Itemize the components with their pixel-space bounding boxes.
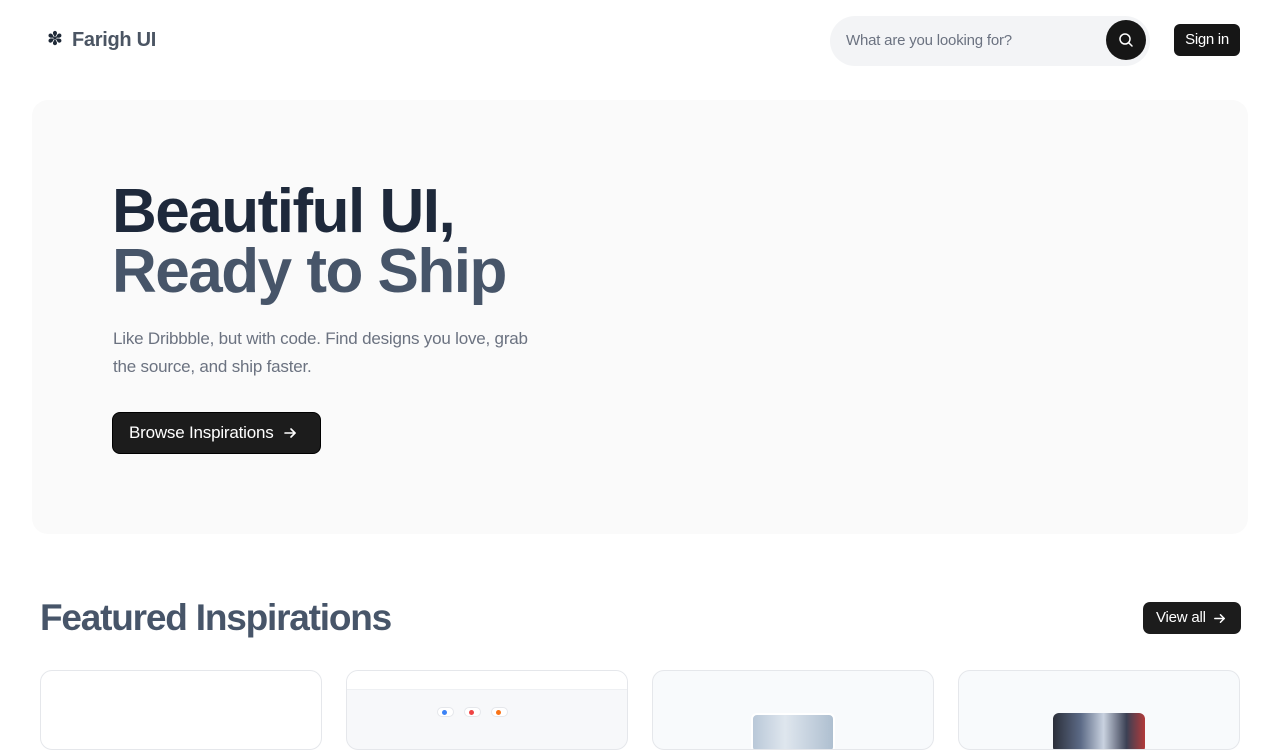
- hero-title-line-1: Beautiful UI,: [112, 177, 456, 246]
- sign-in-button[interactable]: Sign in: [1174, 24, 1240, 56]
- card-preview-pill: [464, 707, 481, 717]
- card-preview-image: [1053, 713, 1145, 749]
- card-preview-navbar: [347, 671, 627, 690]
- site-header: ✽ Farigh UI What are you looking for? Si…: [0, 0, 1280, 80]
- pill-dot-icon: [442, 709, 447, 715]
- pill-dot-icon: [496, 709, 501, 715]
- pill-dot-icon: [469, 709, 474, 715]
- browse-inspirations-button[interactable]: Browse Inspirations: [112, 412, 321, 454]
- hero-title-line-2: Ready to Ship: [112, 237, 507, 306]
- view-all-button[interactable]: View all: [1143, 602, 1241, 634]
- card-preview-pills: [437, 707, 508, 717]
- card-preview-pill: [437, 707, 454, 717]
- browse-inspirations-label: Browse Inspirations: [129, 423, 274, 442]
- search-icon: [1119, 33, 1133, 47]
- card-preview-image: [751, 713, 835, 749]
- inspiration-card[interactable]: [346, 670, 628, 750]
- view-all-label: View all: [1156, 609, 1206, 626]
- brand-logo[interactable]: ✽ Farigh UI: [46, 28, 156, 52]
- brand-name: Farigh UI: [72, 29, 156, 51]
- inspiration-card[interactable]: [40, 670, 322, 750]
- arrow-right-icon: [1213, 613, 1225, 623]
- search-input[interactable]: What are you looking for?: [846, 31, 1012, 51]
- asterisk-logo-icon: ✽: [47, 29, 63, 50]
- inspiration-card[interactable]: [652, 670, 934, 750]
- hero-description: Like Dribbble, but with code. Find desig…: [113, 329, 528, 376]
- hero-section: Beautiful UI, Ready to Ship Like Dribbbl…: [32, 100, 1248, 534]
- card-preview-pill: [491, 707, 508, 717]
- inspiration-card[interactable]: [958, 670, 1240, 750]
- featured-section-title: Featured Inspirations: [40, 597, 392, 638]
- search-bar[interactable]: What are you looking for?: [830, 16, 1150, 66]
- search-button[interactable]: [1106, 20, 1146, 60]
- arrow-right-icon: [283, 428, 296, 438]
